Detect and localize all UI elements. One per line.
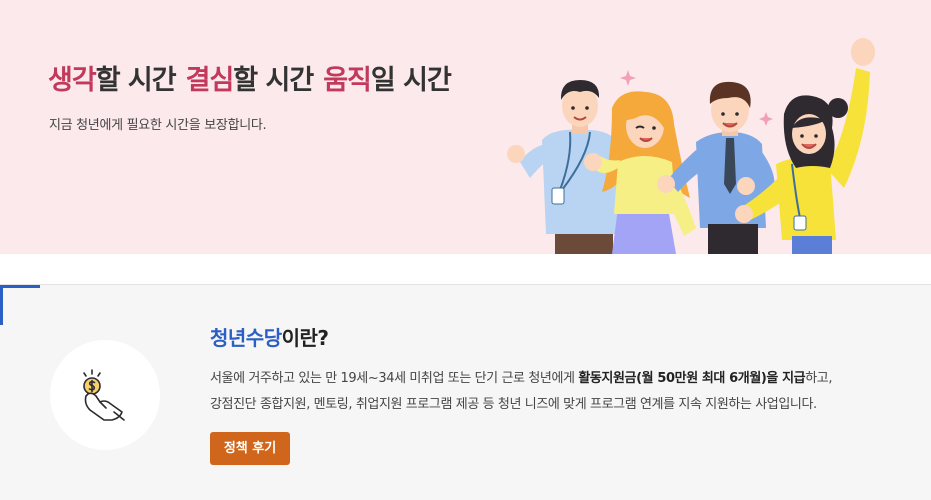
hero-title: 생각할 시간 결심할 시간 움직일 시간 bbox=[48, 58, 452, 97]
corner-accent-mark-vertical bbox=[0, 285, 3, 325]
description-line-1-end: 하고, bbox=[805, 371, 833, 386]
description-line-1-start: 서울에 거주하고 있는 만 19세~34세 미취업 또는 단기 근로 청년에게 bbox=[210, 371, 579, 386]
hero-title-rest-2: 할 시간 bbox=[233, 65, 314, 96]
hand-coin-badge bbox=[50, 340, 160, 450]
policy-review-button[interactable]: 정책 후기 bbox=[210, 432, 290, 465]
hero-title-accent-1: 생각 bbox=[48, 65, 97, 96]
young-people-cheering-illustration bbox=[507, 38, 875, 254]
description-line-1-bold: 활동지원금(월 50만원 최대 6개월)을 지급 bbox=[578, 371, 806, 386]
hero-banner: 생각할 시간 결심할 시간 움직일 시간 지금 청년에게 필요한 시간을 보장합니다… bbox=[0, 0, 931, 254]
hero-title-accent-2: 결심 bbox=[185, 65, 235, 96]
hero-subtitle: 지금 청년에게 필요한 시간을 보장합니다. bbox=[49, 118, 267, 133]
description-line-1: 서울에 거주하고 있는 만 19세~34세 미취업 또는 단기 근로 청년에게 … bbox=[210, 366, 890, 392]
title-rest: 이란? bbox=[281, 326, 329, 350]
hero-title-rest-1: 할 시간 bbox=[95, 65, 177, 96]
hero-title-rest-3: 일 시간 bbox=[370, 65, 452, 96]
description-line-2: 강점진단 종합지원, 멘토링, 취업지원 프로그램 제공 등 청년 니즈에 맞게… bbox=[210, 397, 817, 412]
title-highlight: 청년수당 bbox=[210, 326, 282, 350]
youth-allowance-title: 청년수당이란? bbox=[210, 322, 329, 351]
corner-accent-mark bbox=[0, 285, 40, 288]
youth-allowance-description: 서울에 거주하고 있는 만 19세~34세 미취업 또는 단기 근로 청년에게 … bbox=[210, 366, 890, 418]
hand-holding-coin-icon bbox=[83, 369, 125, 421]
hero-title-accent-3: 움직 bbox=[323, 65, 372, 96]
